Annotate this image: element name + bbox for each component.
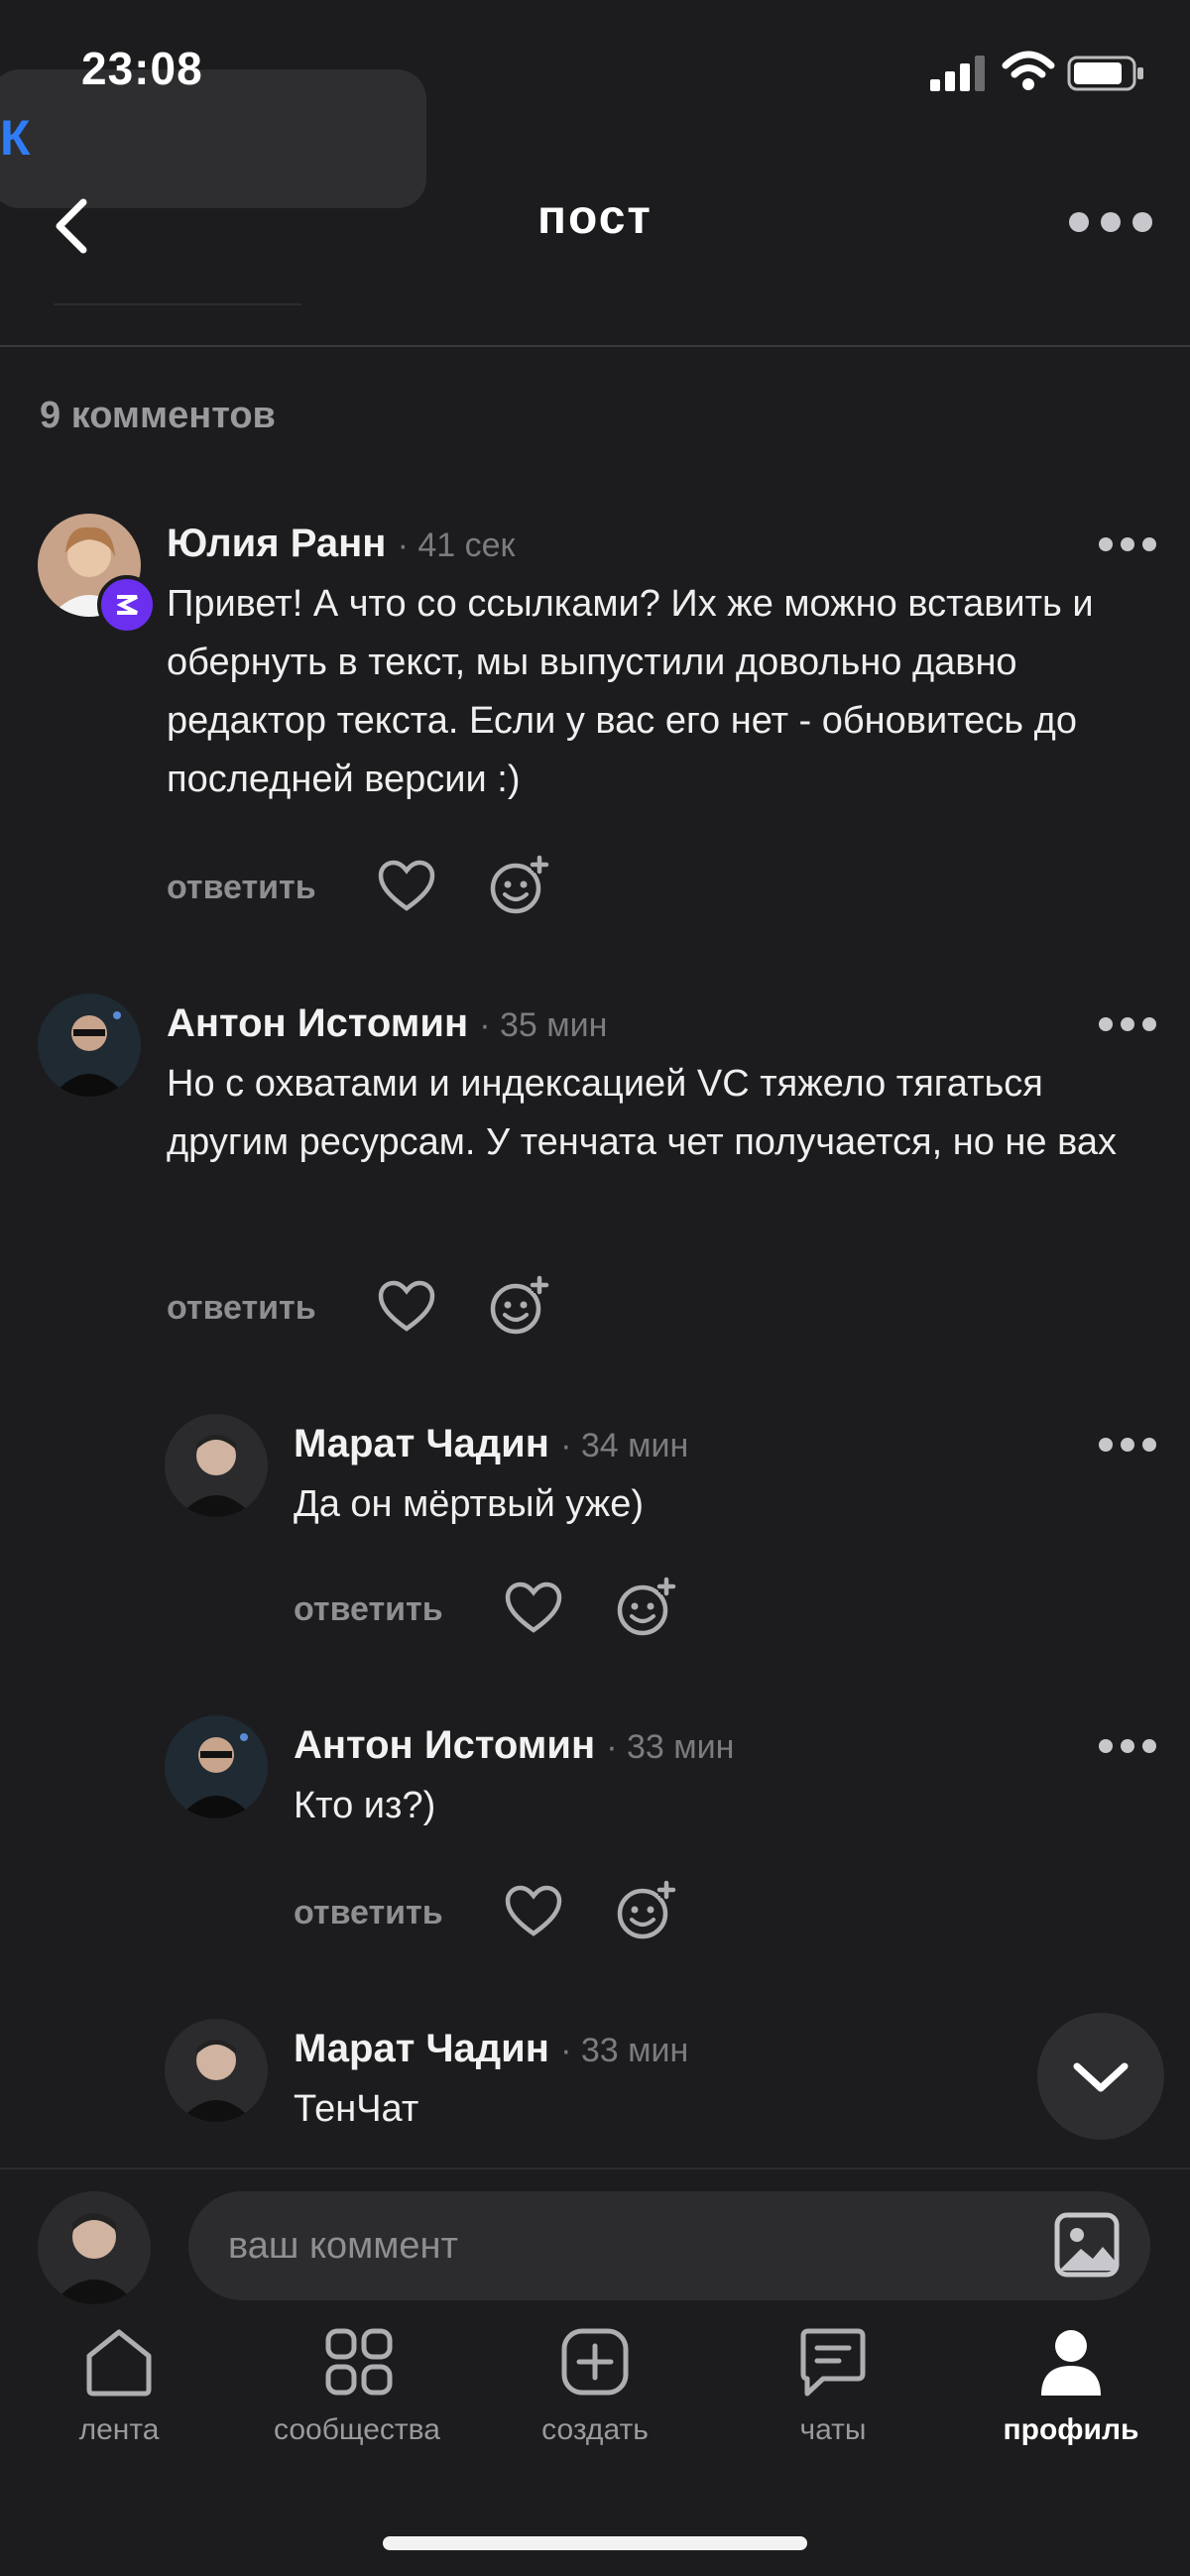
profile-icon[interactable] xyxy=(1035,2326,1107,2398)
battery-icon xyxy=(1067,56,1143,91)
comment-author[interactable]: Марат Чадин · 34 мин xyxy=(294,1422,688,1466)
tab-underline xyxy=(54,303,301,305)
comment-text: ТенЧат xyxy=(294,2088,419,2130)
comment-text: Кто из?) xyxy=(294,1785,436,1826)
comment-author[interactable]: Юлия Ранн · 41 сек xyxy=(167,522,515,566)
plus-square-icon[interactable] xyxy=(559,2326,631,2398)
heart-icon[interactable] xyxy=(504,1581,563,1636)
page-title: пост xyxy=(537,191,653,244)
avatar[interactable] xyxy=(38,994,141,1097)
comment-author[interactable]: Марат Чадин · 33 мин xyxy=(294,2027,688,2071)
nav-label-create[interactable]: создать xyxy=(476,2413,714,2447)
home-icon[interactable] xyxy=(81,2326,157,2398)
nav-label-profile[interactable]: профиль xyxy=(952,2413,1190,2447)
add-reaction-icon[interactable] xyxy=(615,1577,678,1638)
comment-time: · 41 сек xyxy=(397,527,516,564)
add-reaction-icon[interactable] xyxy=(488,1275,551,1337)
reply-button[interactable]: ответить xyxy=(167,869,316,907)
avatar[interactable] xyxy=(165,1414,268,1517)
comment-more-icon[interactable] xyxy=(1099,537,1158,557)
nav-label-chats[interactable]: чаты xyxy=(714,2413,952,2447)
chat-icon[interactable] xyxy=(797,2326,869,2401)
comment-input-placeholder: ваш коммент xyxy=(228,2225,458,2267)
comment-text: Привет! А что со ссылками? Их же можно в… xyxy=(167,583,1094,800)
more-horizontal-icon[interactable] xyxy=(1069,212,1152,234)
header-divider xyxy=(0,345,1190,347)
signal-icon xyxy=(930,56,985,91)
current-user-avatar[interactable] xyxy=(38,2191,151,2304)
comment-author[interactable]: Антон Истомин · 35 мин xyxy=(167,1001,607,1046)
wifi-icon xyxy=(1002,51,1055,90)
reply-button[interactable]: ответить xyxy=(167,1289,316,1328)
reply-button[interactable]: ответить xyxy=(294,1590,443,1629)
verified-badge-icon xyxy=(97,575,157,635)
add-reaction-icon[interactable] xyxy=(615,1880,678,1941)
comment-time: · 33 мин xyxy=(560,2032,689,2069)
nav-label-feed[interactable]: лента xyxy=(0,2413,238,2447)
heart-icon[interactable] xyxy=(504,1884,563,1939)
add-reaction-icon[interactable] xyxy=(488,855,551,916)
comment-text: Да он мёртвый уже) xyxy=(294,1483,644,1525)
comment-time: · 33 мин xyxy=(606,1728,735,1766)
grid-icon[interactable] xyxy=(323,2326,395,2398)
comment-author[interactable]: Антон Истомин · 33 мин xyxy=(294,1723,734,1768)
avatar[interactable] xyxy=(165,2019,268,2122)
status-time: 23:08 xyxy=(81,43,203,94)
comment-more-icon[interactable] xyxy=(1099,1739,1158,1759)
nav-label-communities[interactable]: сообщества xyxy=(238,2413,476,2447)
image-attach-icon[interactable] xyxy=(1051,2209,1123,2281)
heart-icon[interactable] xyxy=(377,859,436,914)
heart-icon[interactable] xyxy=(377,1279,436,1335)
comment-more-icon[interactable] xyxy=(1099,1438,1158,1458)
avatar[interactable] xyxy=(165,1715,268,1818)
reply-button[interactable]: ответить xyxy=(294,1894,443,1932)
comment-time: · 35 мин xyxy=(479,1006,608,1044)
chevron-down-icon xyxy=(1073,2062,1129,2092)
back-to-app-label[interactable]: К xyxy=(0,109,31,167)
home-indicator xyxy=(383,2536,807,2550)
comment-more-icon[interactable] xyxy=(1099,1017,1158,1037)
comment-text: Но с охватами и индексацией VC тяжело тя… xyxy=(167,1063,1117,1163)
comment-time: · 34 мин xyxy=(560,1427,689,1464)
scroll-down-button[interactable] xyxy=(1037,2013,1164,2140)
input-divider xyxy=(0,2167,1190,2169)
back-to-app-pill[interactable] xyxy=(0,69,426,208)
comments-count: 9 комментов xyxy=(40,395,276,436)
